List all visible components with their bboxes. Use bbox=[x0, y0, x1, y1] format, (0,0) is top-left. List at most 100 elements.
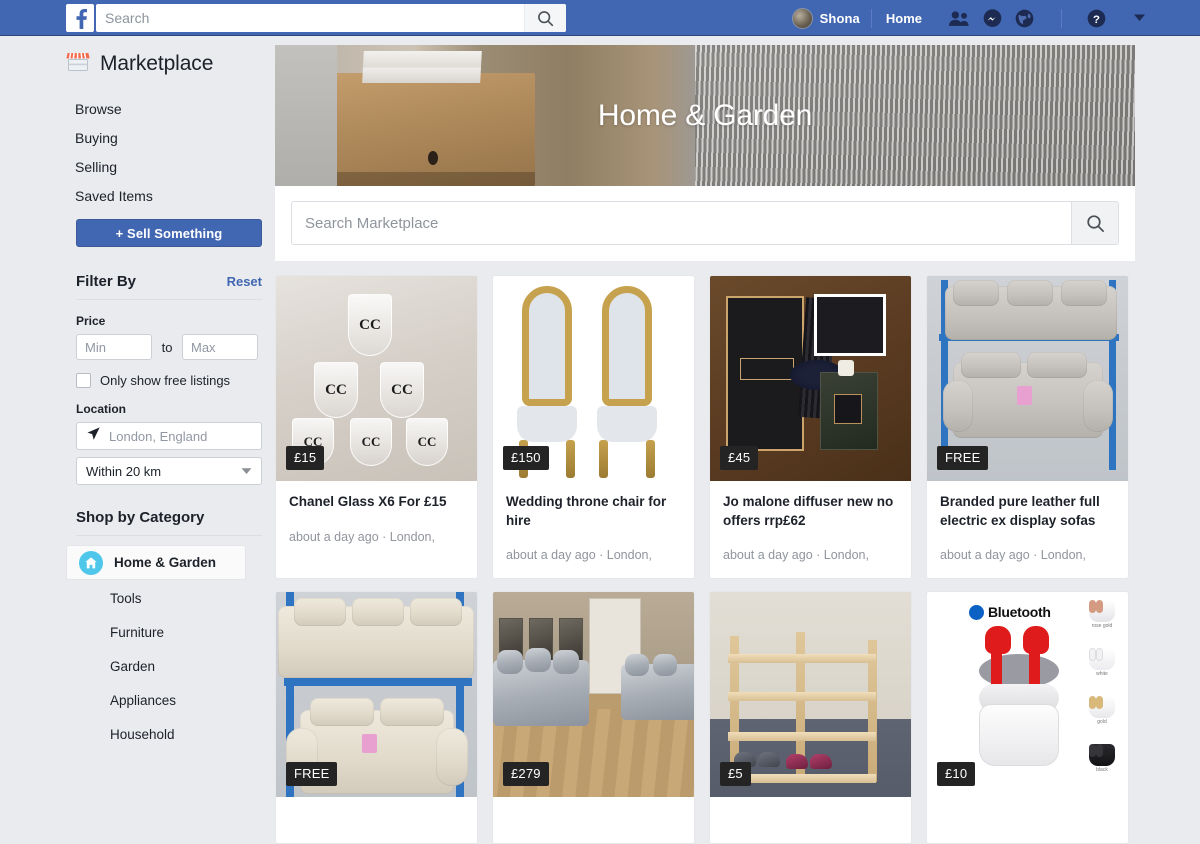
sidebar-item-saved-items[interactable]: Saved Items bbox=[66, 182, 264, 211]
listing-title: Jo malone diffuser new no offers rrp£62 bbox=[723, 494, 894, 528]
search-input[interactable] bbox=[96, 4, 524, 32]
listing-image[interactable]: £279 bbox=[493, 592, 694, 798]
marketplace-search-panel bbox=[275, 186, 1135, 261]
sidebar-subcategory-furniture[interactable]: Furniture bbox=[66, 614, 264, 648]
location-placeholder-text: London, England bbox=[109, 428, 208, 444]
listing-grid: CC CC CC CC CC CC £15 Chanel Glass X6 Fo… bbox=[275, 275, 1135, 844]
listing-card[interactable]: FREE bbox=[275, 591, 478, 844]
shop-by-category-heading: Shop by Category bbox=[76, 509, 262, 536]
bluetooth-label: Bluetooth bbox=[988, 604, 1051, 621]
home-icon bbox=[79, 550, 103, 575]
distance-value: Within 20 km bbox=[86, 463, 162, 479]
category-hero-banner: Home & Garden bbox=[275, 45, 1135, 186]
price-badge: £15 bbox=[286, 446, 325, 470]
price-badge: £150 bbox=[503, 446, 549, 470]
chevron-down-icon bbox=[241, 462, 252, 480]
page-title: Marketplace bbox=[100, 51, 214, 75]
listing-image[interactable]: CC CC CC CC CC CC £15 bbox=[276, 276, 477, 481]
free-listings-checkbox-row[interactable]: Only show free listings bbox=[76, 373, 264, 388]
sell-something-button[interactable]: + Sell Something bbox=[76, 219, 262, 247]
notifications-globe-icon[interactable] bbox=[1015, 9, 1034, 28]
price-badge: FREE bbox=[937, 446, 989, 470]
listing-card[interactable]: £279 bbox=[492, 591, 695, 844]
listing-body: Chanel Glass X6 For £15 about a day ago … bbox=[276, 481, 477, 560]
distance-select[interactable]: Within 20 km bbox=[76, 457, 262, 485]
variant-label: gold bbox=[1097, 719, 1107, 726]
messenger-icon[interactable] bbox=[983, 8, 1002, 28]
listing-meta: about a day ago · London, bbox=[940, 548, 1086, 563]
listing-image[interactable]: Bluetooth rose gold white gold black £10 bbox=[927, 592, 1128, 798]
variant-label: black bbox=[1096, 767, 1108, 774]
listing-title: Wedding throne chair for hire bbox=[506, 494, 667, 528]
sidebar-subcategory-household[interactable]: Household bbox=[66, 716, 264, 750]
account-caret-down-icon[interactable] bbox=[1133, 9, 1146, 27]
profile-link[interactable]: Shona bbox=[791, 7, 871, 29]
price-badge: £45 bbox=[720, 446, 759, 470]
topbar-right-controls: Shona Home ? bbox=[791, 0, 1146, 36]
location-label: Location bbox=[76, 402, 126, 416]
listing-image[interactable]: FREE bbox=[927, 276, 1128, 481]
sidebar-subcategory-garden[interactable]: Garden bbox=[66, 648, 264, 682]
page-body: Marketplace Browse Buying Selling Saved … bbox=[0, 36, 1200, 844]
listing-body: Wedding throne chair for hire about a da… bbox=[493, 481, 694, 578]
svg-text:?: ? bbox=[1093, 13, 1100, 25]
listing-card[interactable]: Bluetooth rose gold white gold black £10 bbox=[926, 591, 1129, 844]
listing-title: Branded pure leather full electric ex di… bbox=[940, 494, 1100, 528]
listing-card[interactable]: £5 bbox=[709, 591, 912, 844]
listing-body: Branded pure leather full electric ex di… bbox=[927, 481, 1128, 578]
friend-requests-icon[interactable] bbox=[948, 10, 970, 27]
marketplace-heading: Marketplace bbox=[66, 50, 264, 77]
listing-image[interactable]: FREE bbox=[276, 592, 477, 798]
price-to-label: to bbox=[161, 339, 173, 355]
home-link[interactable]: Home bbox=[872, 11, 936, 26]
listing-body bbox=[710, 797, 911, 843]
listing-meta: about a day ago · London, bbox=[506, 548, 652, 563]
global-search[interactable] bbox=[96, 4, 566, 32]
listing-image[interactable]: £45 bbox=[710, 276, 911, 481]
listing-card[interactable]: FREE Branded pure leather full electric … bbox=[926, 275, 1129, 580]
hero-title: Home & Garden bbox=[597, 98, 813, 132]
listing-body bbox=[276, 797, 477, 843]
listing-image[interactable]: £5 bbox=[710, 592, 911, 798]
location-input[interactable]: London, England bbox=[76, 422, 262, 450]
sidebar-subcategory-tools[interactable]: Tools bbox=[66, 580, 264, 614]
profile-name: Shona bbox=[819, 10, 860, 26]
filter-reset-link[interactable]: Reset bbox=[227, 274, 262, 289]
navigation-arrow-icon bbox=[86, 426, 101, 446]
price-min-input[interactable] bbox=[76, 334, 152, 360]
price-label: Price bbox=[76, 314, 106, 328]
listing-body bbox=[927, 797, 1128, 843]
listing-card[interactable]: CC CC CC CC CC CC £15 Chanel Glass X6 Fo… bbox=[275, 275, 478, 580]
listing-card[interactable]: £45 Jo malone diffuser new no offers rrp… bbox=[709, 275, 912, 580]
price-badge: FREE bbox=[286, 762, 338, 787]
variant-label: rose gold bbox=[1091, 623, 1113, 630]
marketplace-sidebar: Marketplace Browse Buying Selling Saved … bbox=[66, 36, 264, 791]
marketplace-search-button[interactable] bbox=[1071, 202, 1118, 244]
price-badge: £10 bbox=[937, 762, 976, 787]
sidebar-item-selling[interactable]: Selling bbox=[66, 153, 264, 182]
search-button[interactable] bbox=[524, 4, 566, 32]
sidebar-item-home-and-garden[interactable]: Home & Garden bbox=[66, 545, 246, 580]
sidebar-subcategory-appliances[interactable]: Appliances bbox=[66, 682, 264, 716]
category-label: Home & Garden bbox=[114, 555, 217, 570]
bluetooth-badge: Bluetooth bbox=[969, 604, 1051, 620]
filter-by-label: Filter By bbox=[76, 273, 137, 290]
price-badge: £279 bbox=[503, 762, 549, 787]
listing-image[interactable]: £150 bbox=[493, 276, 694, 481]
listing-body: Jo malone diffuser new no offers rrp£62 … bbox=[710, 481, 911, 578]
sidebar-item-buying[interactable]: Buying bbox=[66, 124, 264, 153]
listing-body bbox=[493, 797, 694, 843]
topbar-icon-group: ? bbox=[936, 8, 1146, 28]
variant-label: white bbox=[1096, 671, 1108, 678]
listing-card[interactable]: £150 Wedding throne chair for hire about… bbox=[492, 275, 695, 580]
free-listings-label: Only show free listings bbox=[100, 373, 231, 388]
sidebar-item-browse[interactable]: Browse bbox=[66, 95, 264, 124]
help-question-icon[interactable]: ? bbox=[1087, 9, 1106, 28]
facebook-f-icon[interactable] bbox=[66, 4, 94, 32]
marketplace-search[interactable] bbox=[291, 201, 1119, 245]
price-max-input[interactable] bbox=[182, 334, 258, 360]
marketplace-main: Home & Garden CC CC bbox=[275, 45, 1135, 844]
free-listings-checkbox[interactable] bbox=[76, 373, 91, 388]
marketplace-search-input[interactable] bbox=[292, 202, 1071, 244]
price-filter-row: to bbox=[76, 334, 264, 360]
